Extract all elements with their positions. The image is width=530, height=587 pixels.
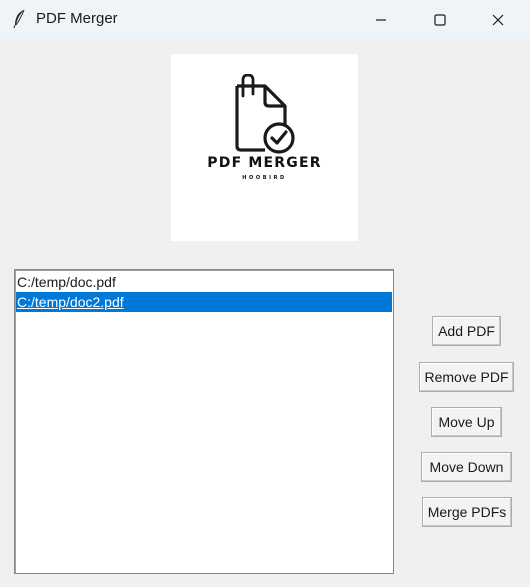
app-window: PDF Merger PDF MERGER HOOBIRD C:/temp/do… (0, 0, 530, 587)
document-check-icon (235, 74, 295, 154)
add-pdf-button[interactable]: Add PDF (432, 316, 501, 346)
move-up-button[interactable]: Move Up (431, 407, 502, 437)
close-button[interactable] (475, 0, 521, 39)
list-item[interactable]: C:/temp/doc.pdf (16, 272, 392, 292)
logo-title: PDF MERGER (207, 155, 322, 171)
pdf-file-list[interactable]: C:/temp/doc.pdf C:/temp/doc2.pdf (14, 269, 394, 574)
feather-icon (13, 9, 25, 29)
logo: PDF MERGER HOOBIRD (171, 54, 358, 241)
merge-pdfs-button[interactable]: Merge PDFs (422, 497, 512, 527)
maximize-button[interactable] (417, 0, 463, 39)
close-icon (492, 14, 504, 25)
logo-subtitle: HOOBIRD (242, 175, 287, 181)
move-down-button[interactable]: Move Down (421, 452, 512, 482)
minimize-icon (376, 18, 386, 21)
minimize-button[interactable] (358, 0, 404, 39)
window-title: PDF Merger (36, 10, 118, 27)
remove-pdf-button[interactable]: Remove PDF (419, 362, 514, 392)
maximize-icon (434, 13, 446, 26)
title-bar[interactable]: PDF Merger (0, 0, 530, 39)
list-item-selected[interactable]: C:/temp/doc2.pdf (16, 292, 392, 312)
